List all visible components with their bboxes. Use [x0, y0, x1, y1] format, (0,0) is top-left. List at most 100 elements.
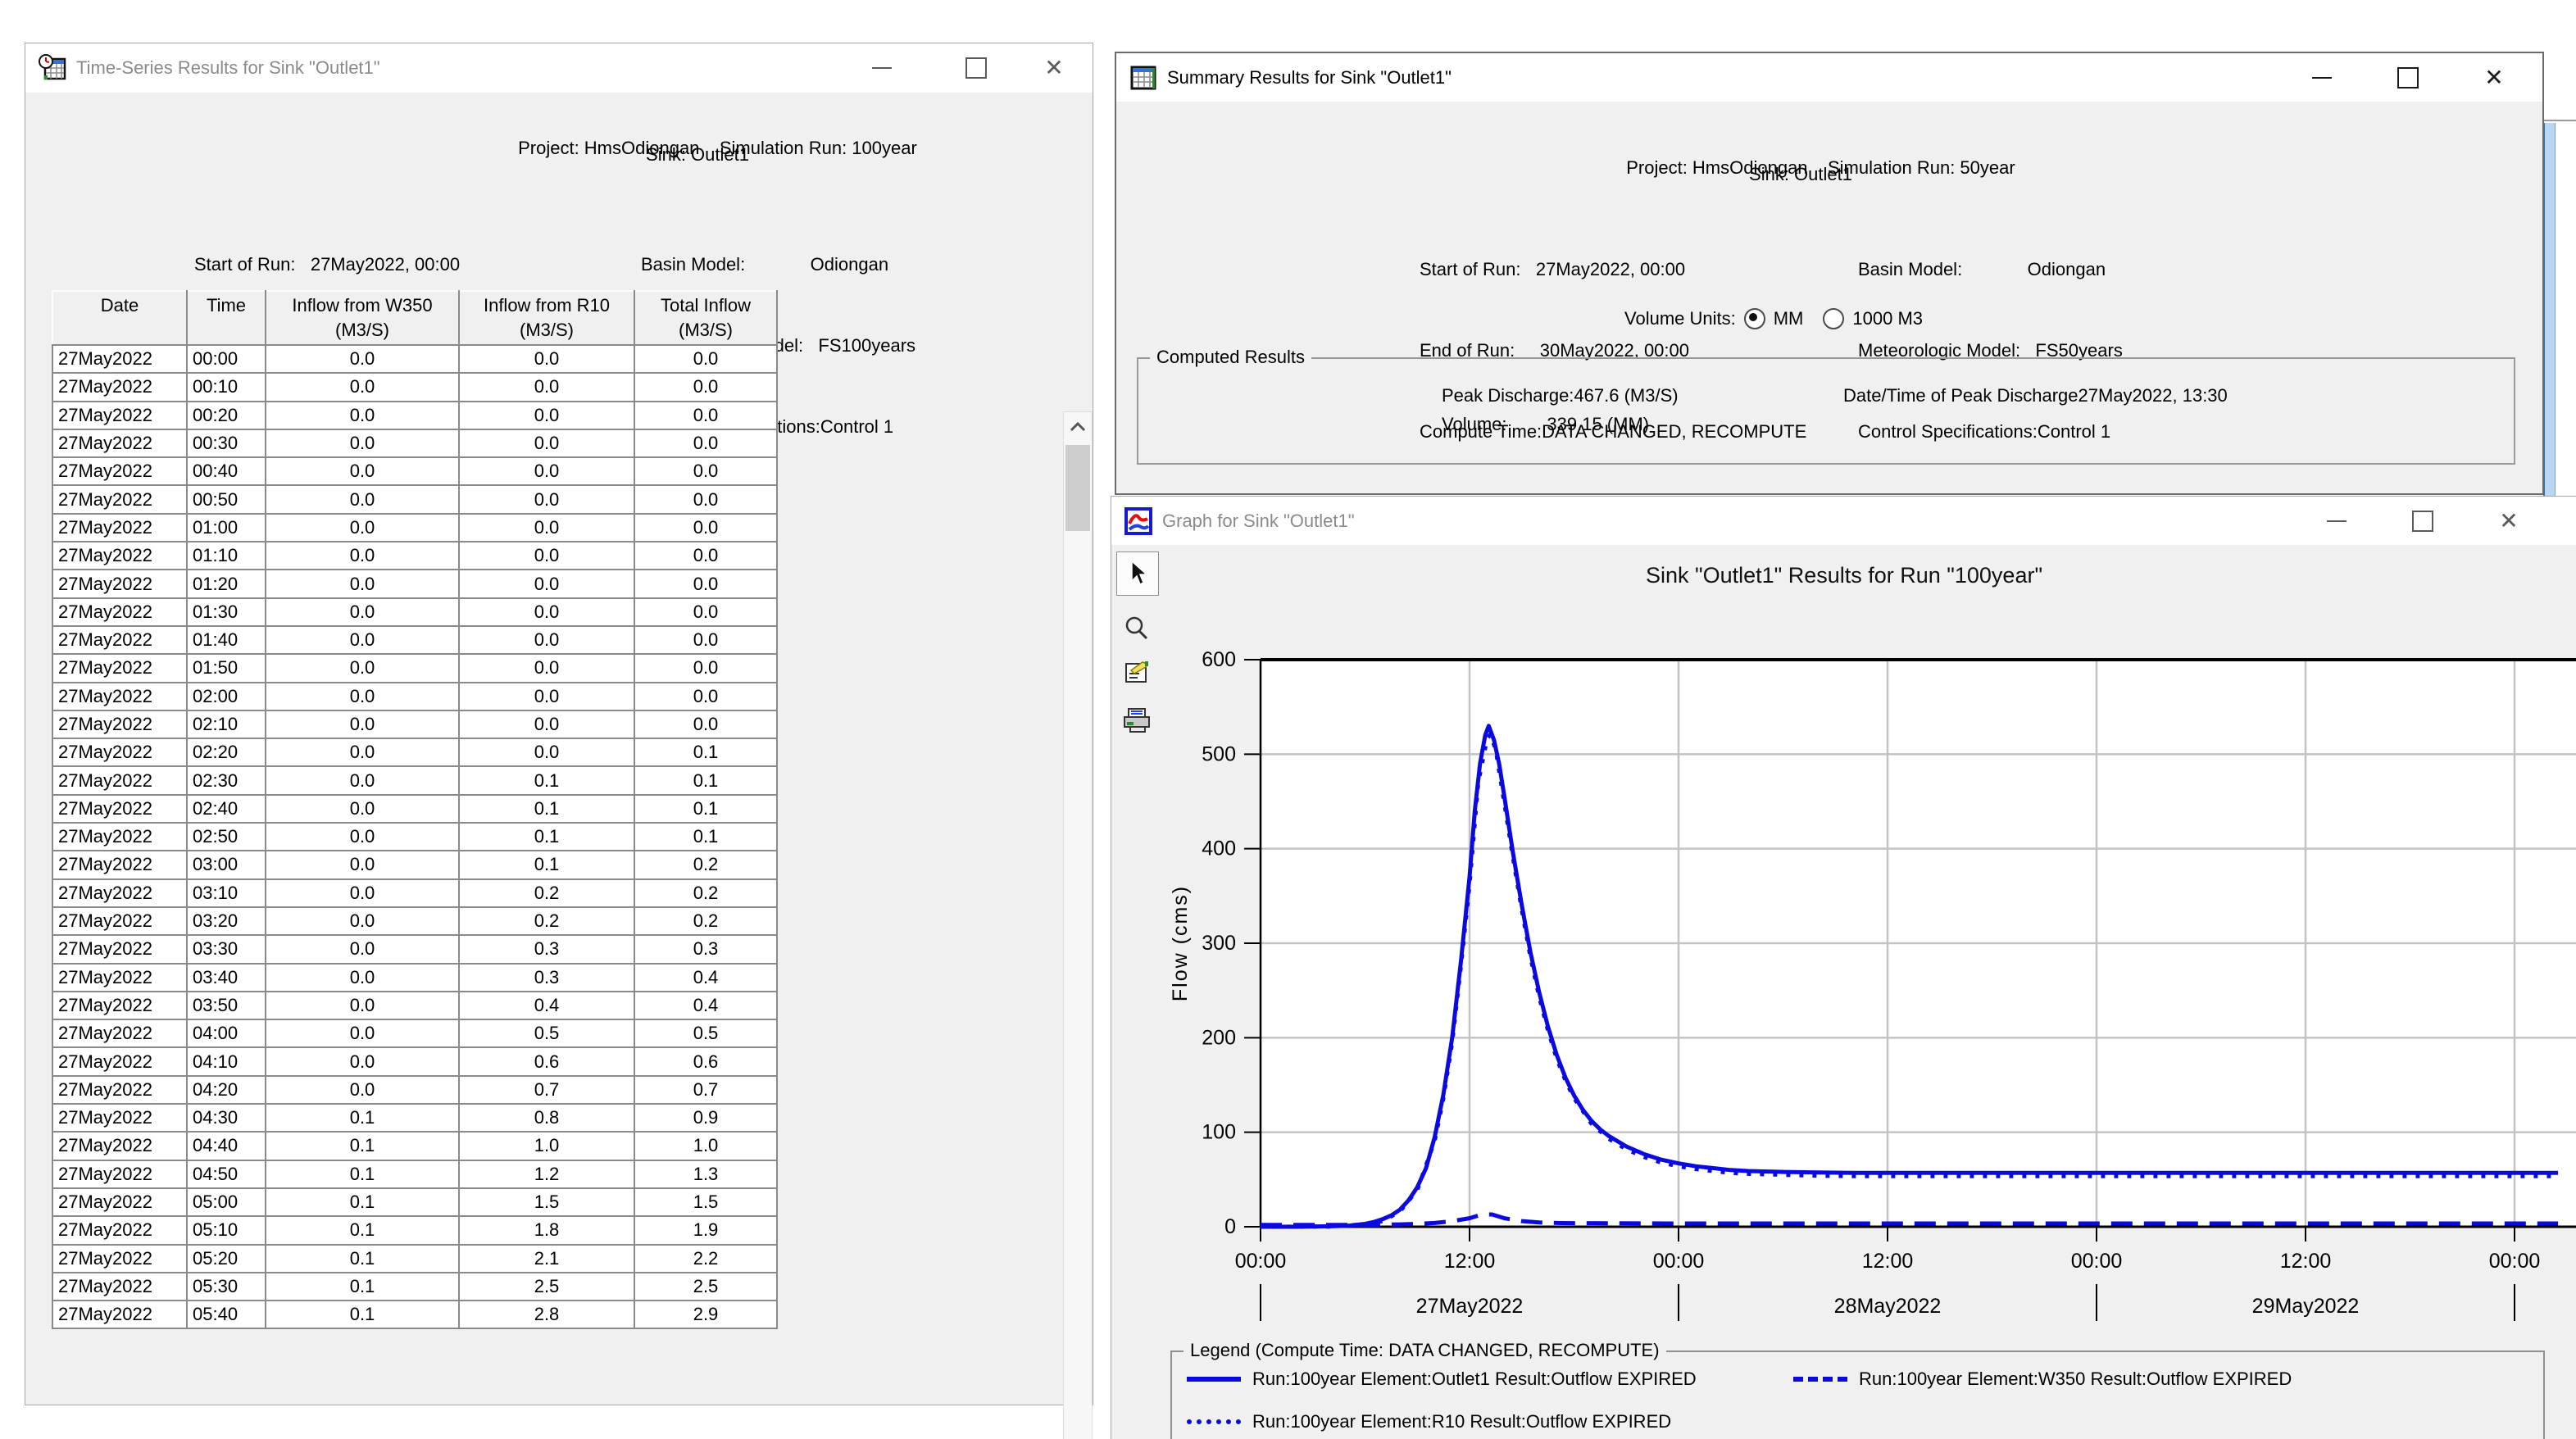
scroll-up-arrow[interactable] [1064, 412, 1092, 442]
value-cell: 0.0 [459, 485, 634, 513]
value-cell: 0.4 [634, 992, 777, 1019]
scrollbar-thumb[interactable] [1065, 445, 1090, 531]
volume-units-row: Volume Units: MM 1000 M3 [1624, 308, 1923, 329]
time-series-titlebar[interactable]: Time-Series Results for Sink "Outlet1" ✕ [25, 43, 1093, 93]
value-cell: 0.0 [266, 907, 459, 935]
value-cell: 0.3 [459, 964, 634, 992]
table-row: 27May202202:300.00.10.1 [52, 766, 777, 794]
value-cell: 0.0 [459, 429, 634, 457]
table-row: 27May202204:500.11.21.3 [52, 1160, 777, 1188]
table-scrollbar[interactable] [1063, 411, 1093, 1439]
value-cell: 0.1 [266, 1273, 459, 1301]
value-cell: 0.4 [459, 992, 634, 1019]
value-cell: 0.0 [634, 598, 777, 626]
time-cell: 00:40 [187, 457, 266, 485]
background-window-scrollbar[interactable] [2543, 123, 2556, 496]
date-cell: 27May2022 [52, 1273, 187, 1301]
minimize-button[interactable] [853, 43, 911, 93]
close-icon: ✕ [1044, 57, 1063, 79]
value-cell: 1.0 [634, 1132, 777, 1160]
maximize-button[interactable] [2379, 53, 2437, 102]
window-title: Summary Results for Sink "Outlet1" [1167, 67, 1452, 89]
value-cell: 0.0 [459, 626, 634, 654]
value-cell: 0.0 [459, 738, 634, 766]
date-cell: 27May2022 [52, 345, 187, 373]
table-row: 27May202204:200.00.70.7 [52, 1076, 777, 1104]
date-cell: 27May2022 [52, 683, 187, 710]
date-cell: 27May2022 [52, 626, 187, 654]
value-cell: 0.1 [459, 795, 634, 823]
value-cell: 0.0 [459, 514, 634, 542]
svg-text:00:00: 00:00 [1235, 1250, 1287, 1273]
column-header: Time [187, 291, 266, 345]
date-cell: 27May2022 [52, 766, 187, 794]
table-header: Date Time Inflow from W350(M3/S)Inflow f… [52, 291, 777, 345]
value-cell: 0.6 [459, 1047, 634, 1075]
close-button[interactable]: ✕ [2480, 497, 2537, 546]
date-cell: 27May2022 [52, 570, 187, 597]
value-cell: 0.1 [459, 823, 634, 851]
date-cell: 27May2022 [52, 429, 187, 457]
summary-titlebar[interactable]: Summary Results for Sink "Outlet1" ✕ [1116, 53, 2542, 102]
svg-text:00:00: 00:00 [2489, 1250, 2541, 1273]
value-cell: 0.0 [266, 823, 459, 851]
minimize-button[interactable] [2308, 497, 2365, 546]
date-cell: 27May2022 [52, 1301, 187, 1328]
flow-chart: 0100200300400500600Flow (cms)00:0012:000… [1111, 592, 2576, 1412]
table-row: 27May202201:400.00.00.0 [52, 626, 777, 654]
maximize-icon [2412, 511, 2433, 532]
legend-item: Run:100year Element:R10 Result:Outflow E… [1187, 1411, 1793, 1432]
legend-label: Run:100year Element:W350 Result:Outflow … [1859, 1369, 2292, 1390]
table-row: 27May202201:000.00.00.0 [52, 514, 777, 542]
value-cell: 2.5 [459, 1273, 634, 1301]
graph-content: Sink "Outlet1" Results for Run "100year"… [1111, 545, 2576, 1439]
value-cell: 0.0 [634, 485, 777, 513]
minimize-icon [2312, 77, 2332, 79]
radio-mm-label: MM [1774, 308, 1804, 329]
value-cell: 0.9 [634, 1104, 777, 1132]
close-icon: ✕ [2484, 66, 2503, 89]
radio-mm[interactable] [1744, 308, 1765, 329]
table-row: 27May202201:500.00.00.0 [52, 654, 777, 682]
time-cell: 05:30 [187, 1273, 266, 1301]
value-cell: 0.0 [459, 345, 634, 373]
value-cell: 0.0 [459, 710, 634, 738]
maximize-button[interactable] [947, 43, 1005, 93]
time-cell: 04:00 [187, 1019, 266, 1047]
svg-text:500: 500 [1202, 742, 1236, 765]
minimize-icon [872, 67, 892, 69]
date-cell: 27May2022 [52, 964, 187, 992]
value-cell: 0.4 [634, 964, 777, 992]
value-cell: 0.0 [634, 429, 777, 457]
value-cell: 0.1 [266, 1132, 459, 1160]
table-row: 27May202200:300.00.00.0 [52, 429, 777, 457]
close-button[interactable]: ✕ [1025, 43, 1083, 93]
date-cell: 27May2022 [52, 1047, 187, 1075]
value-cell: 0.0 [266, 345, 459, 373]
minimize-button[interactable] [2293, 53, 2351, 102]
value-cell: 0.0 [459, 570, 634, 597]
table-row: 27May202201:200.00.00.0 [52, 570, 777, 597]
radio-1000m3[interactable] [1823, 308, 1844, 329]
graph-titlebar[interactable]: Graph for Sink "Outlet1" ✕ [1111, 497, 2576, 546]
value-cell: 0.2 [634, 907, 777, 935]
date-cell: 27May2022 [52, 457, 187, 485]
legend-item: Run:100year Element:Outlet1 Result:Outfl… [1187, 1369, 1793, 1390]
table-row: 27May202204:100.00.60.6 [52, 1047, 777, 1075]
value-cell: 1.5 [634, 1188, 777, 1216]
value-cell: 0.1 [266, 1104, 459, 1132]
maximize-button[interactable] [2394, 497, 2451, 546]
chevron-up-icon [1070, 422, 1086, 432]
value-cell: 1.9 [634, 1216, 777, 1244]
value-cell: 2.9 [634, 1301, 777, 1328]
table-row: 27May202204:400.11.01.0 [52, 1132, 777, 1160]
value-cell: 0.0 [634, 542, 777, 570]
value-cell: 0.3 [634, 935, 777, 963]
value-cell: 0.0 [266, 992, 459, 1019]
value-cell: 0.1 [634, 795, 777, 823]
close-button[interactable]: ✕ [2465, 53, 2523, 102]
value-cell: 0.1 [634, 823, 777, 851]
value-cell: 0.0 [266, 710, 459, 738]
sink-line: Sink: Outlet1 [288, 144, 1107, 166]
table-row: 27May202200:400.00.00.0 [52, 457, 777, 485]
